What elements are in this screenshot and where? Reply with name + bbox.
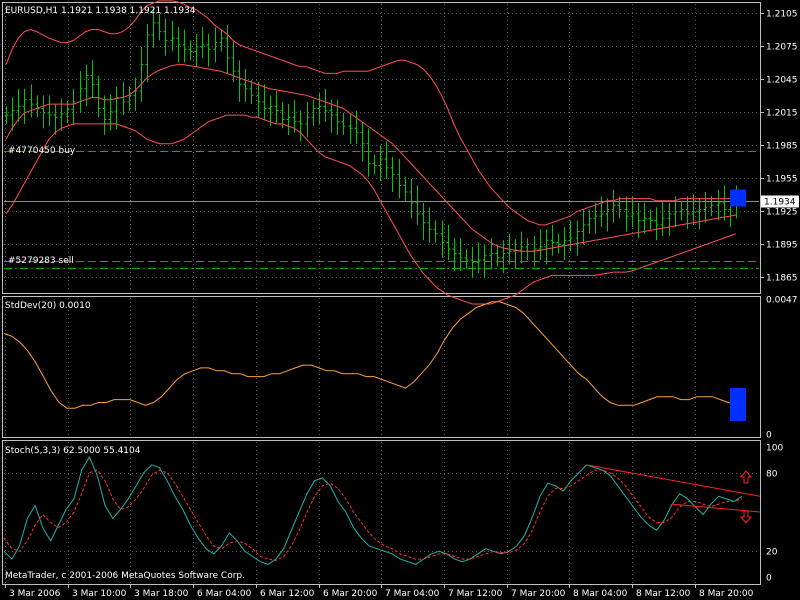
up-arrow-icon (739, 470, 753, 484)
order-label-sell[interactable]: #5279283 sell (8, 256, 74, 266)
x-tick-label: 6 Mar 20:00 (323, 589, 378, 599)
y-tick-label: 1.1955 (766, 175, 798, 185)
x-tick-label: 6 Mar 04:00 (197, 589, 252, 599)
y-tick-label: 1.1865 (766, 274, 798, 284)
x-tick-label: 7 Mar 04:00 (385, 589, 440, 599)
y-tick-label: 0 (766, 431, 772, 441)
copyright-footer: MetaTrader, c 2001-2006 MetaQuotes Softw… (5, 571, 245, 581)
stddev-marker[interactable] (730, 388, 746, 421)
bollinger-upper (5, 0, 736, 226)
stddev-panel-title: StdDev(20) 0.0010 (5, 301, 91, 311)
y-tick-label: 1.2015 (766, 109, 798, 119)
price-panel[interactable]: 1.1934 (4, 0, 799, 305)
x-tick-label: 7 Mar 20:00 (511, 589, 566, 599)
x-tick-label: 3 Mar 2006 (9, 589, 61, 599)
price-panel-title: EURUSD,H1 1.1921 1.1938 1.1921 1.1934 (5, 6, 196, 16)
x-tick-label: 7 Mar 12:00 (448, 589, 503, 599)
y-tick-label: 1.1895 (766, 241, 798, 251)
trading-chart: 1.1934 3 Mar 2006 3 Mar 10:00 3 Mar 18:00 6… (2, 0, 799, 599)
x-tick-label: 8 Mar 20:00 (699, 589, 754, 599)
x-tick-label: 6 Mar 12:00 (260, 589, 315, 599)
y-tick-label: 100 (766, 444, 783, 454)
x-tick-label: 3 Mar 18:00 (134, 589, 189, 599)
x-tick-label: 8 Mar 12:00 (636, 589, 691, 599)
x-tick-label: 3 Mar 10:00 (72, 589, 127, 599)
y-tick-label: 1.2105 (766, 10, 798, 20)
current-price-label: 1.1934 (764, 198, 796, 208)
axis-labels: 3 Mar 2006 3 Mar 10:00 3 Mar 18:00 6 Mar 04… (5, 10, 798, 599)
price-marker[interactable] (730, 189, 746, 207)
y-tick-label: 1.2075 (766, 43, 798, 53)
y-tick-label: 1.1925 (766, 208, 798, 218)
stddev-panel[interactable] (3, 301, 746, 421)
y-tick-label: 0 (766, 574, 772, 584)
order-label-buy[interactable]: #4770450 buy (8, 146, 76, 156)
stoch-panel-title: Stoch(5,3,3) 62.5000 55.4104 (5, 446, 141, 456)
y-tick-label: 0.0047 (766, 296, 798, 306)
y-tick-label: 20 (766, 548, 778, 558)
trendline-upper[interactable] (586, 464, 761, 497)
y-tick-label: 80 (766, 470, 778, 480)
x-tick-label: 8 Mar 04:00 (573, 589, 628, 599)
y-tick-label: 1.2045 (766, 76, 798, 86)
y-tick-label: 1.1985 (766, 142, 798, 152)
down-arrow-icon (739, 510, 753, 524)
